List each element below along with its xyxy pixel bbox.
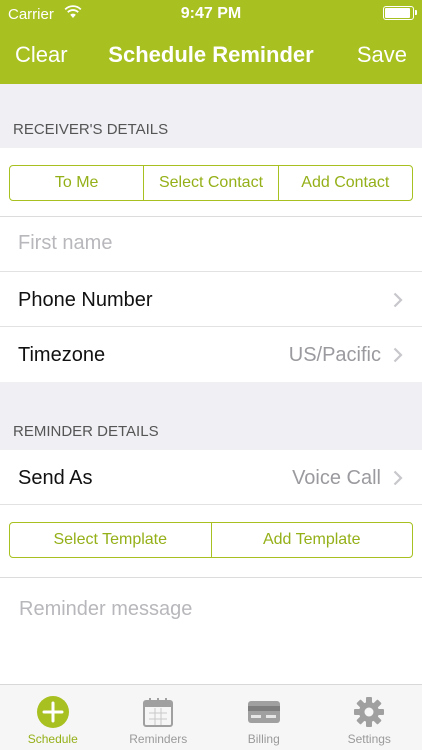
first-name-placeholder: First name <box>18 232 113 254</box>
plus-circle-icon <box>36 696 69 728</box>
credit-card-icon <box>247 701 280 723</box>
reminder-message-placeholder: Reminder message <box>19 598 193 620</box>
tab-schedule[interactable]: Schedule <box>0 685 106 750</box>
receiver-type-block: To Me Select Contact Add Contact <box>0 148 422 216</box>
phone-number-row[interactable]: Phone Number <box>0 272 422 327</box>
chevron-right-icon <box>393 470 403 486</box>
tab-label: Billing <box>247 732 280 746</box>
template-block: Select Template Add Template <box>0 505 422 577</box>
chevron-right-icon <box>393 292 403 308</box>
tab-reminders[interactable]: Reminders <box>106 685 212 750</box>
status-bar: Carrier 9:47 PM <box>0 0 422 28</box>
gear-icon <box>354 697 385 727</box>
send-as-row[interactable]: Send As Voice Call <box>0 450 422 505</box>
clock: 9:47 PM <box>180 5 242 22</box>
tab-label: Schedule <box>27 732 78 746</box>
phone-number-label: Phone Number <box>18 289 153 311</box>
timezone-label: Timezone <box>18 344 106 366</box>
select-contact-button[interactable]: Select Contact <box>144 166 279 200</box>
save-button[interactable]: Save <box>357 42 407 68</box>
header: Carrier 9:47 PM Clear Schedule Reminder … <box>0 0 422 84</box>
battery-icon <box>383 6 417 20</box>
reminder-message-field[interactable]: Reminder message <box>0 578 422 684</box>
tab-label: Reminders <box>129 732 188 746</box>
clear-button[interactable]: Clear <box>15 42 68 68</box>
tab-settings[interactable]: Settings <box>317 685 422 750</box>
receiver-section-title: RECEIVER'S DETAILS <box>13 121 169 138</box>
calendar-icon <box>143 698 174 727</box>
reminder-section-title: REMINDER DETAILS <box>13 423 159 440</box>
timezone-row[interactable]: Timezone US/Pacific <box>0 327 422 382</box>
add-contact-button[interactable]: Add Contact <box>279 166 412 200</box>
to-me-button[interactable]: To Me <box>10 166 145 200</box>
chevron-right-icon <box>393 347 403 363</box>
tab-label: Settings <box>347 732 391 746</box>
add-template-button[interactable]: Add Template <box>212 523 413 557</box>
timezone-value: US/Pacific <box>288 344 381 366</box>
send-as-value: Voice Call <box>292 467 381 489</box>
reminder-section: REMINDER DETAILS <box>0 382 422 450</box>
tab-bar: Schedule Reminders Billing Settings <box>0 684 422 750</box>
send-as-label: Send As <box>18 467 93 489</box>
first-name-field[interactable]: First name <box>0 217 422 272</box>
tab-billing[interactable]: Billing <box>211 685 317 750</box>
receiver-type-segmented-control: To Me Select Contact Add Contact <box>9 165 413 201</box>
select-template-button[interactable]: Select Template <box>10 523 212 557</box>
template-segmented-control: Select Template Add Template <box>9 522 413 558</box>
receiver-section: RECEIVER'S DETAILS <box>0 84 422 148</box>
